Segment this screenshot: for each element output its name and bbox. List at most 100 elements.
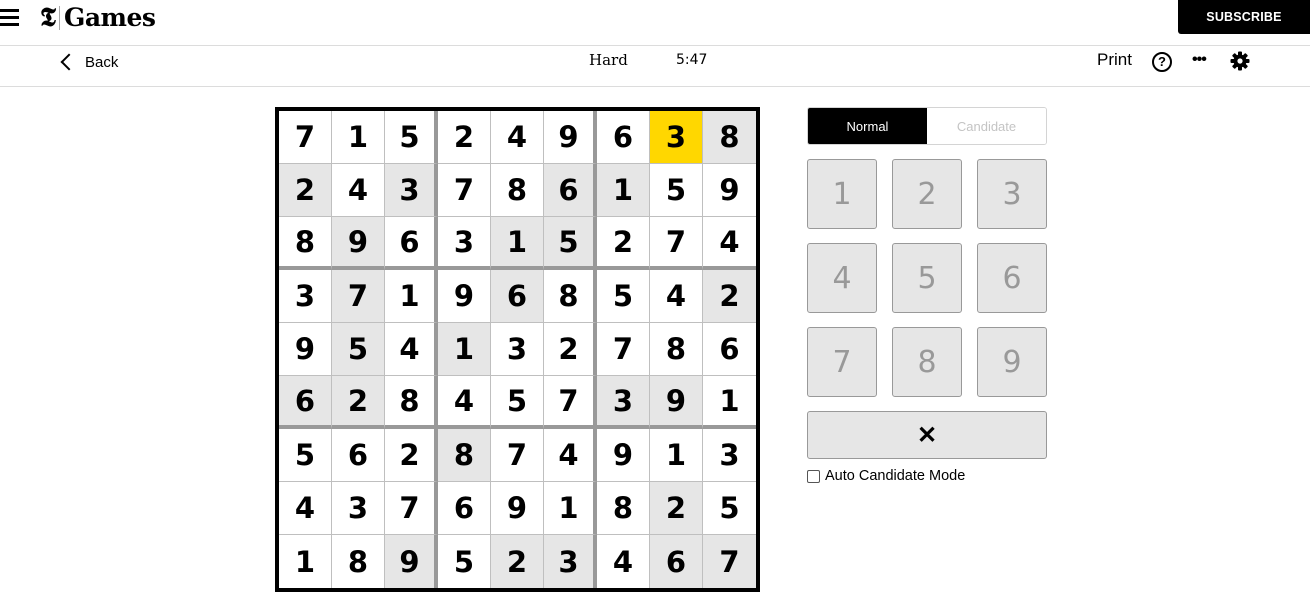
timer[interactable]: 5:47	[676, 49, 707, 71]
sudoku-cell[interactable]: 6	[491, 270, 544, 323]
sudoku-cell[interactable]: 1	[650, 429, 703, 482]
key-6-button[interactable]: 6	[977, 243, 1047, 313]
sudoku-cell[interactable]: 2	[279, 164, 332, 217]
sudoku-cell[interactable]: 9	[597, 429, 650, 482]
help-icon[interactable]: ?	[1152, 52, 1172, 72]
key-9-button[interactable]: 9	[977, 327, 1047, 397]
sudoku-cell[interactable]: 5	[544, 217, 597, 270]
sudoku-cell[interactable]: 5	[279, 429, 332, 482]
mode-candidate-tab[interactable]: Candidate	[927, 108, 1046, 144]
sudoku-cell[interactable]: 6	[438, 482, 491, 535]
sudoku-cell[interactable]: 3	[385, 164, 438, 217]
sudoku-cell[interactable]: 2	[703, 270, 756, 323]
auto-candidate-checkbox[interactable]	[807, 469, 820, 483]
sudoku-cell[interactable]: 3	[650, 111, 703, 164]
sudoku-cell[interactable]: 7	[544, 376, 597, 429]
auto-candidate-label[interactable]: Auto Candidate Mode	[825, 468, 965, 484]
mode-normal-tab[interactable]: Normal	[808, 108, 927, 144]
key-3-button[interactable]: 3	[977, 159, 1047, 229]
sudoku-cell[interactable]: 5	[597, 270, 650, 323]
sudoku-cell[interactable]: 2	[544, 323, 597, 376]
sudoku-cell[interactable]: 5	[650, 164, 703, 217]
sudoku-cell[interactable]: 4	[597, 535, 650, 588]
sudoku-cell[interactable]: 7	[279, 111, 332, 164]
erase-button[interactable]: ✕	[807, 411, 1047, 459]
sudoku-cell[interactable]: 4	[650, 270, 703, 323]
sudoku-cell[interactable]: 1	[332, 111, 385, 164]
settings-gear-icon[interactable]	[1230, 51, 1250, 71]
sudoku-cell[interactable]: 6	[385, 217, 438, 270]
sudoku-cell[interactable]: 1	[279, 535, 332, 588]
sudoku-cell[interactable]: 8	[544, 270, 597, 323]
sudoku-cell[interactable]: 8	[703, 111, 756, 164]
sudoku-cell[interactable]: 5	[438, 535, 491, 588]
nyt-games-logo[interactable]: 𝕿 Games	[40, 2, 156, 34]
more-options-icon[interactable]: •••	[1192, 52, 1212, 70]
sudoku-cell[interactable]: 1	[544, 482, 597, 535]
sudoku-cell[interactable]: 1	[597, 164, 650, 217]
sudoku-cell[interactable]: 8	[491, 164, 544, 217]
sudoku-cell[interactable]: 2	[332, 376, 385, 429]
sudoku-cell[interactable]: 6	[544, 164, 597, 217]
print-button[interactable]: Print	[1097, 49, 1132, 71]
sudoku-cell[interactable]: 9	[438, 270, 491, 323]
sudoku-cell[interactable]: 2	[438, 111, 491, 164]
sudoku-cell[interactable]: 1	[385, 270, 438, 323]
sudoku-cell[interactable]: 3	[279, 270, 332, 323]
sudoku-cell[interactable]: 8	[332, 535, 385, 588]
sudoku-cell[interactable]: 7	[491, 429, 544, 482]
sudoku-cell[interactable]: 6	[279, 376, 332, 429]
sudoku-cell[interactable]: 9	[703, 164, 756, 217]
hamburger-menu-icon[interactable]	[0, 9, 20, 27]
sudoku-cell[interactable]: 2	[491, 535, 544, 588]
sudoku-cell[interactable]: 1	[703, 376, 756, 429]
subscribe-button[interactable]: SUBSCRIBE	[1178, 0, 1310, 34]
key-1-button[interactable]: 1	[807, 159, 877, 229]
sudoku-cell[interactable]: 8	[279, 217, 332, 270]
sudoku-cell[interactable]: 2	[385, 429, 438, 482]
sudoku-cell[interactable]: 9	[544, 111, 597, 164]
sudoku-cell[interactable]: 7	[385, 482, 438, 535]
sudoku-cell[interactable]: 4	[279, 482, 332, 535]
sudoku-cell[interactable]: 8	[650, 323, 703, 376]
sudoku-cell[interactable]: 2	[650, 482, 703, 535]
sudoku-cell[interactable]: 3	[332, 482, 385, 535]
sudoku-cell[interactable]: 3	[544, 535, 597, 588]
sudoku-cell[interactable]: 8	[597, 482, 650, 535]
sudoku-cell[interactable]: 9	[332, 217, 385, 270]
sudoku-cell[interactable]: 5	[385, 111, 438, 164]
sudoku-cell[interactable]: 2	[597, 217, 650, 270]
sudoku-cell[interactable]: 8	[438, 429, 491, 482]
sudoku-cell[interactable]: 3	[703, 429, 756, 482]
sudoku-cell[interactable]: 6	[597, 111, 650, 164]
key-7-button[interactable]: 7	[807, 327, 877, 397]
sudoku-cell[interactable]: 3	[438, 217, 491, 270]
key-4-button[interactable]: 4	[807, 243, 877, 313]
sudoku-cell[interactable]: 7	[597, 323, 650, 376]
sudoku-cell[interactable]: 3	[491, 323, 544, 376]
sudoku-cell[interactable]: 5	[491, 376, 544, 429]
sudoku-cell[interactable]: 7	[650, 217, 703, 270]
back-button[interactable]: Back	[60, 49, 118, 75]
sudoku-cell[interactable]: 4	[438, 376, 491, 429]
sudoku-cell[interactable]: 6	[650, 535, 703, 588]
sudoku-cell[interactable]: 1	[438, 323, 491, 376]
key-8-button[interactable]: 8	[892, 327, 962, 397]
sudoku-cell[interactable]: 9	[491, 482, 544, 535]
sudoku-cell[interactable]: 6	[332, 429, 385, 482]
sudoku-cell[interactable]: 7	[332, 270, 385, 323]
sudoku-cell[interactable]: 9	[650, 376, 703, 429]
sudoku-cell[interactable]: 4	[491, 111, 544, 164]
sudoku-cell[interactable]: 4	[703, 217, 756, 270]
sudoku-cell[interactable]: 7	[703, 535, 756, 588]
sudoku-cell[interactable]: 4	[385, 323, 438, 376]
sudoku-cell[interactable]: 5	[703, 482, 756, 535]
sudoku-cell[interactable]: 4	[332, 164, 385, 217]
key-2-button[interactable]: 2	[892, 159, 962, 229]
sudoku-cell[interactable]: 8	[385, 376, 438, 429]
sudoku-cell[interactable]: 9	[279, 323, 332, 376]
sudoku-cell[interactable]: 3	[597, 376, 650, 429]
sudoku-cell[interactable]: 1	[491, 217, 544, 270]
sudoku-cell[interactable]: 7	[438, 164, 491, 217]
key-5-button[interactable]: 5	[892, 243, 962, 313]
